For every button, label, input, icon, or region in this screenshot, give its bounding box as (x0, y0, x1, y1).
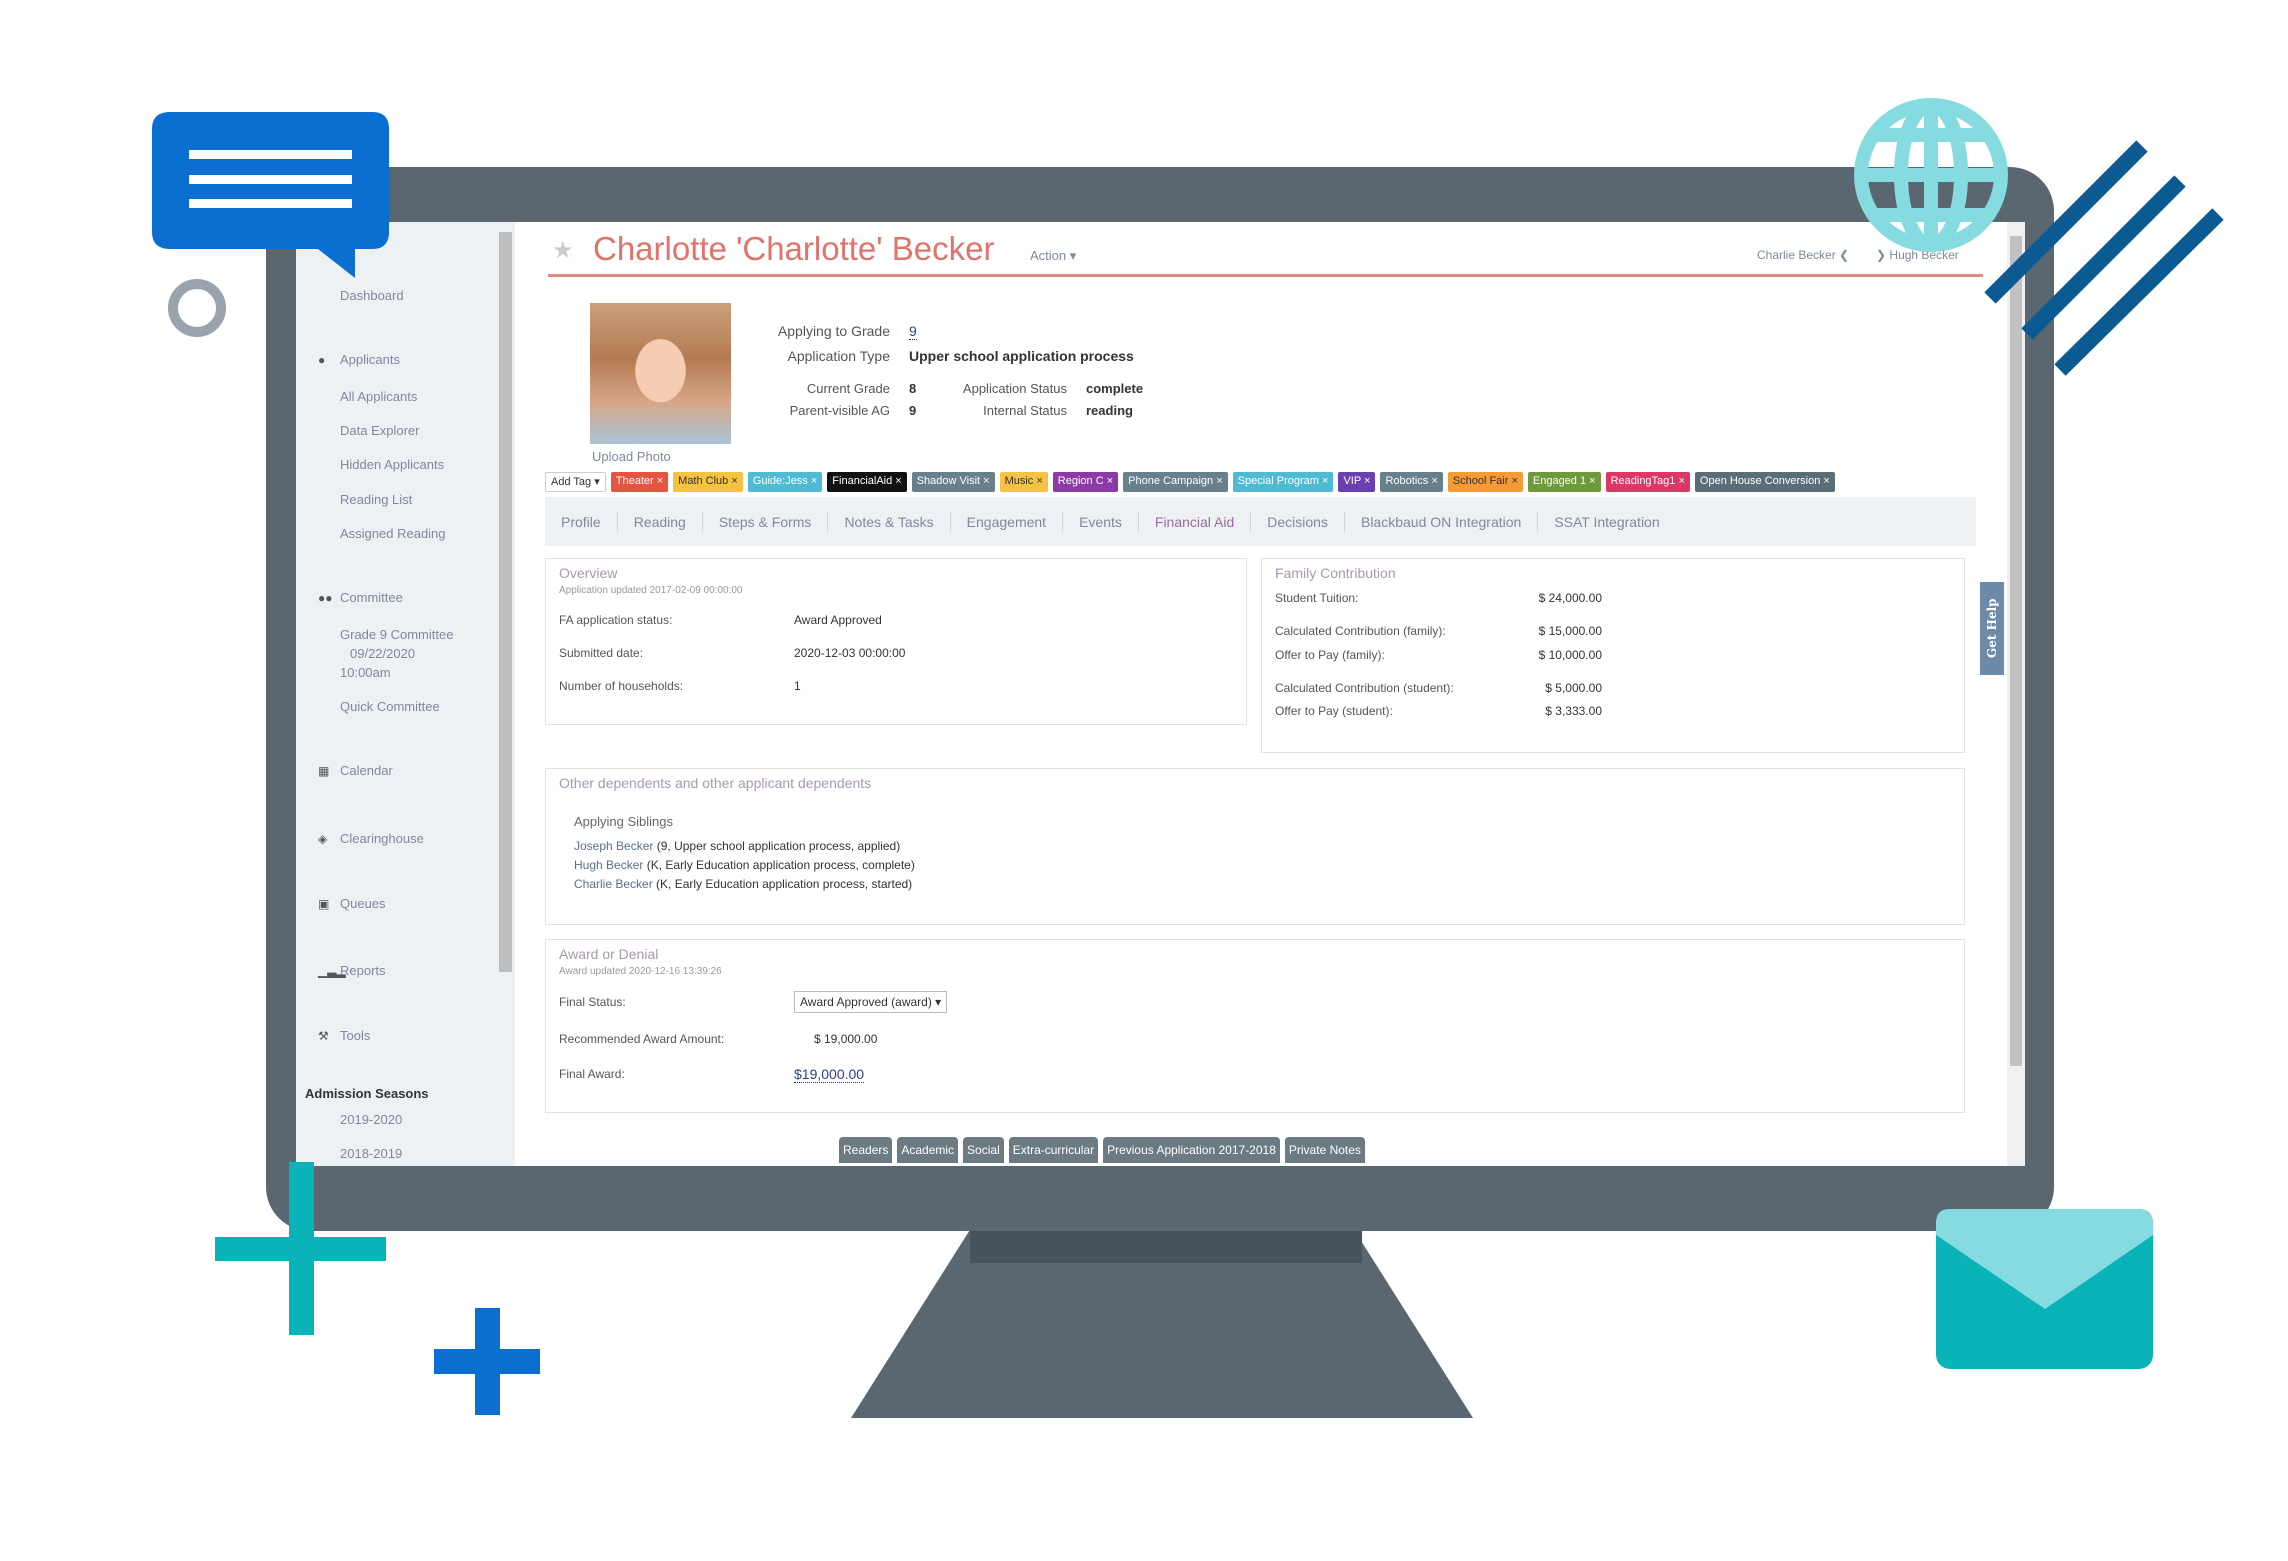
envelope-icon (1936, 1209, 2153, 1369)
diagonal-stripes (1984, 140, 2224, 376)
ring-icon (168, 279, 226, 337)
blue-plus-icon (434, 1308, 540, 1415)
teal-plus-icon (215, 1162, 386, 1335)
globe-icon (1854, 98, 2008, 252)
decorations (152, 98, 2224, 1415)
chat-bubble-icon (152, 112, 389, 278)
